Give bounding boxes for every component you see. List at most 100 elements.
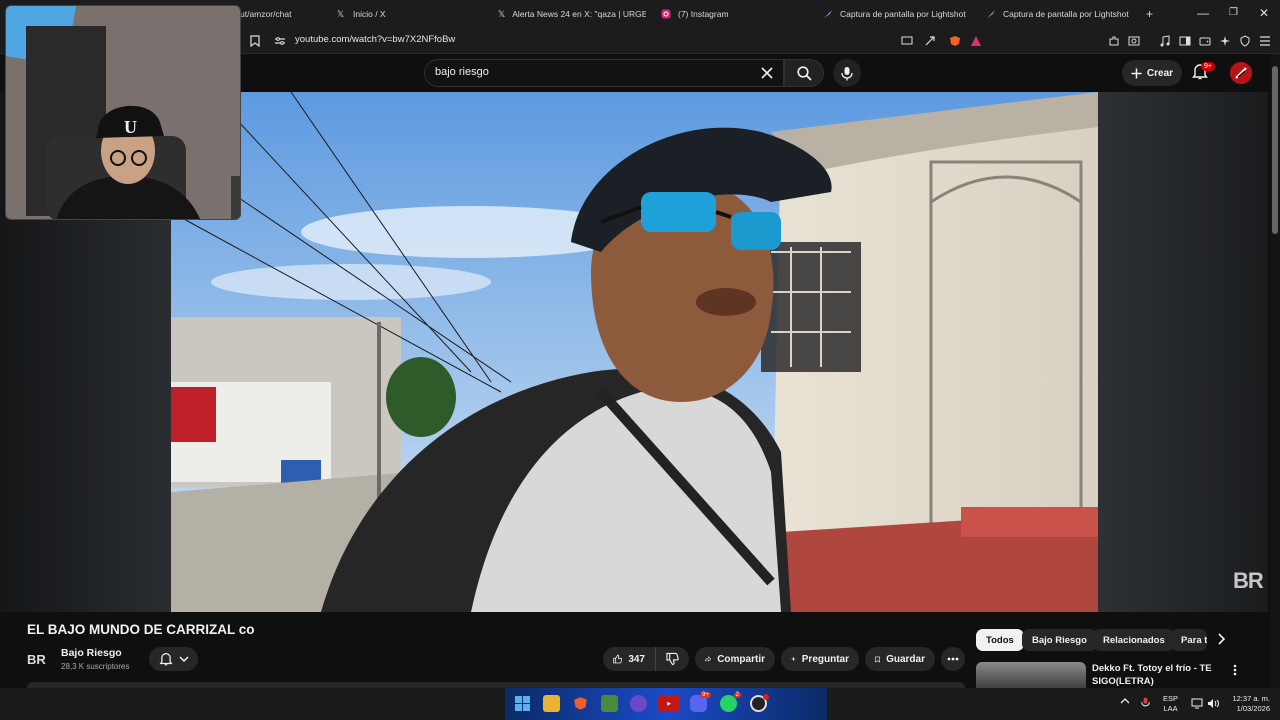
- notification-badge: 9+: [1201, 62, 1215, 71]
- video-player[interactable]: [171, 92, 1098, 612]
- tab-label: Captura de pantalla por Lightshot: [840, 9, 966, 19]
- create-button[interactable]: Crear: [1122, 60, 1182, 86]
- chip-para-ti[interactable]: Para ti: [1171, 629, 1207, 651]
- restore-icon[interactable]: ❐: [1229, 7, 1238, 18]
- save-button[interactable]: Guardar: [865, 647, 935, 671]
- subscription-notifications-button[interactable]: [149, 647, 198, 671]
- url-field[interactable]: youtube.com/watch?v=bw7X2NFfoBw: [295, 34, 455, 45]
- sparkle-icon: [791, 656, 796, 662]
- x-icon: 𝕏: [498, 8, 506, 19]
- system-clock[interactable]: 12:37 a. m. 1/03/2026: [1226, 694, 1270, 714]
- recommendation-title[interactable]: Dekko Ft. Totoy el frío - TE SIGO(LETRA): [1092, 662, 1222, 688]
- voice-search-button[interactable]: [833, 59, 861, 87]
- tab-label: (7) Instagram: [678, 9, 729, 19]
- ask-button[interactable]: Preguntar: [781, 647, 859, 671]
- tab-label: Alerta News 24 en X: "qaza | URGENT: [512, 9, 646, 19]
- keyboard-layout: LAA: [1163, 704, 1178, 713]
- spreadsheet-app-icon[interactable]: [601, 695, 618, 712]
- tab-instagram[interactable]: (7) Instagram: [660, 0, 810, 28]
- close-window-icon[interactable]: ✕: [1259, 6, 1269, 20]
- tab-lightshot-2[interactable]: Captura de pantalla por Lightshot: [985, 0, 1135, 28]
- search-button[interactable]: [784, 59, 824, 87]
- discord-badge: 9+: [700, 692, 711, 698]
- menu-icon[interactable]: [1258, 34, 1272, 48]
- tab-label: Inicio / X: [353, 9, 386, 19]
- brave-browser-icon[interactable]: [572, 695, 589, 712]
- channel-watermark[interactable]: BR: [1233, 568, 1264, 594]
- chip-bajo-riesgo[interactable]: Bajo Riesgo: [1022, 629, 1097, 651]
- leo-ai-icon[interactable]: [1218, 34, 1232, 48]
- save-label: Guardar: [886, 653, 925, 665]
- account-avatar[interactable]: [1230, 62, 1252, 84]
- like-button[interactable]: 347: [603, 647, 655, 671]
- wallet-icon[interactable]: [1198, 34, 1212, 48]
- screenshot-icon[interactable]: [1127, 34, 1141, 48]
- scrollbar-thumb[interactable]: [1272, 66, 1278, 234]
- like-count: 347: [628, 653, 645, 665]
- bookmark-icon[interactable]: [248, 34, 262, 48]
- media-control-icon[interactable]: [1158, 34, 1172, 48]
- windows-start-icon[interactable]: [514, 695, 531, 712]
- share-button[interactable]: Compartir: [695, 647, 775, 671]
- more-horizontal-icon: [947, 657, 959, 661]
- webcam-overlay: U: [5, 5, 241, 220]
- file-explorer-icon[interactable]: [543, 695, 560, 712]
- video-ambient-right: [1098, 92, 1268, 612]
- lightshot-icon: [822, 9, 833, 20]
- new-tab-button[interactable]: +: [1146, 0, 1158, 28]
- stream-app-icon[interactable]: ▶: [658, 695, 680, 712]
- search-input[interactable]: [435, 66, 755, 78]
- search-box[interactable]: [424, 59, 784, 87]
- chevron-up-icon[interactable]: [1120, 698, 1130, 704]
- chevron-right-icon[interactable]: [1218, 633, 1226, 645]
- tab-lightshot-1[interactable]: Captura de pantalla por Lightshot: [822, 0, 972, 28]
- thumbs-up-icon: [613, 654, 623, 664]
- instagram-icon: [660, 9, 671, 20]
- brave-rewards-icon[interactable]: [969, 34, 983, 48]
- vpn-shield-icon[interactable]: [1238, 34, 1252, 48]
- share-page-icon[interactable]: [923, 34, 937, 48]
- more-actions-button[interactable]: [941, 647, 965, 671]
- windows-taskbar: ▶ 9+ 2 ESP LAA 12:37 a. m. 1/03/2026: [0, 688, 1280, 720]
- more-vertical-icon[interactable]: [1233, 664, 1237, 676]
- volume-icon[interactable]: [1207, 698, 1219, 709]
- bookmark-icon: [875, 656, 880, 663]
- recommendation-thumbnail[interactable]: [976, 662, 1086, 690]
- tab-alerta-news[interactable]: 𝕏 Alerta News 24 en X: "qaza | URGENT: [498, 0, 646, 28]
- cast-icon[interactable]: [900, 34, 914, 48]
- thumbs-down-icon: [666, 652, 679, 666]
- plus-icon: +: [1146, 7, 1154, 21]
- dislike-button[interactable]: [655, 647, 689, 671]
- extensions-icon[interactable]: [1107, 34, 1121, 48]
- minimize-icon[interactable]: —: [1197, 6, 1209, 20]
- brave-shield-icon[interactable]: [948, 34, 962, 48]
- chevron-down-icon: [178, 656, 189, 662]
- tab-x-home[interactable]: 𝕏 Inicio / X: [335, 0, 485, 28]
- ask-label: Preguntar: [801, 653, 849, 665]
- language-code: ESP: [1163, 694, 1179, 703]
- whatsapp-icon[interactable]: 2: [720, 692, 741, 712]
- search-icon: [796, 65, 812, 81]
- sidebar-icon[interactable]: [1178, 34, 1192, 48]
- microphone-icon[interactable]: [1141, 696, 1150, 709]
- webcam-feed: U: [6, 6, 240, 219]
- obs-icon[interactable]: [750, 694, 769, 712]
- video-frame: [171, 92, 1098, 612]
- create-label: Crear: [1146, 67, 1174, 79]
- plus-icon: [1131, 68, 1142, 78]
- app-icon[interactable]: [630, 695, 647, 712]
- channel-name[interactable]: Bajo Riesgo: [61, 647, 122, 659]
- channel-logo[interactable]: BR: [27, 647, 53, 671]
- tab-chat[interactable]: ut/amzor/chat: [240, 0, 320, 28]
- recording-dot: [763, 694, 769, 700]
- network-icon[interactable]: [1191, 698, 1203, 709]
- chip-relacionados[interactable]: Relacionados: [1093, 629, 1175, 651]
- site-settings-icon[interactable]: [273, 34, 287, 48]
- x-icon: 𝕏: [336, 8, 345, 19]
- video-title: EL BAJO MUNDO DE CARRIZAL co: [27, 622, 255, 637]
- discord-icon[interactable]: 9+: [690, 692, 711, 712]
- lightshot-icon: [985, 9, 996, 20]
- chip-todos[interactable]: Todos: [976, 629, 1024, 651]
- clear-search-icon[interactable]: [761, 67, 773, 79]
- language-indicator[interactable]: ESP LAA: [1163, 694, 1178, 714]
